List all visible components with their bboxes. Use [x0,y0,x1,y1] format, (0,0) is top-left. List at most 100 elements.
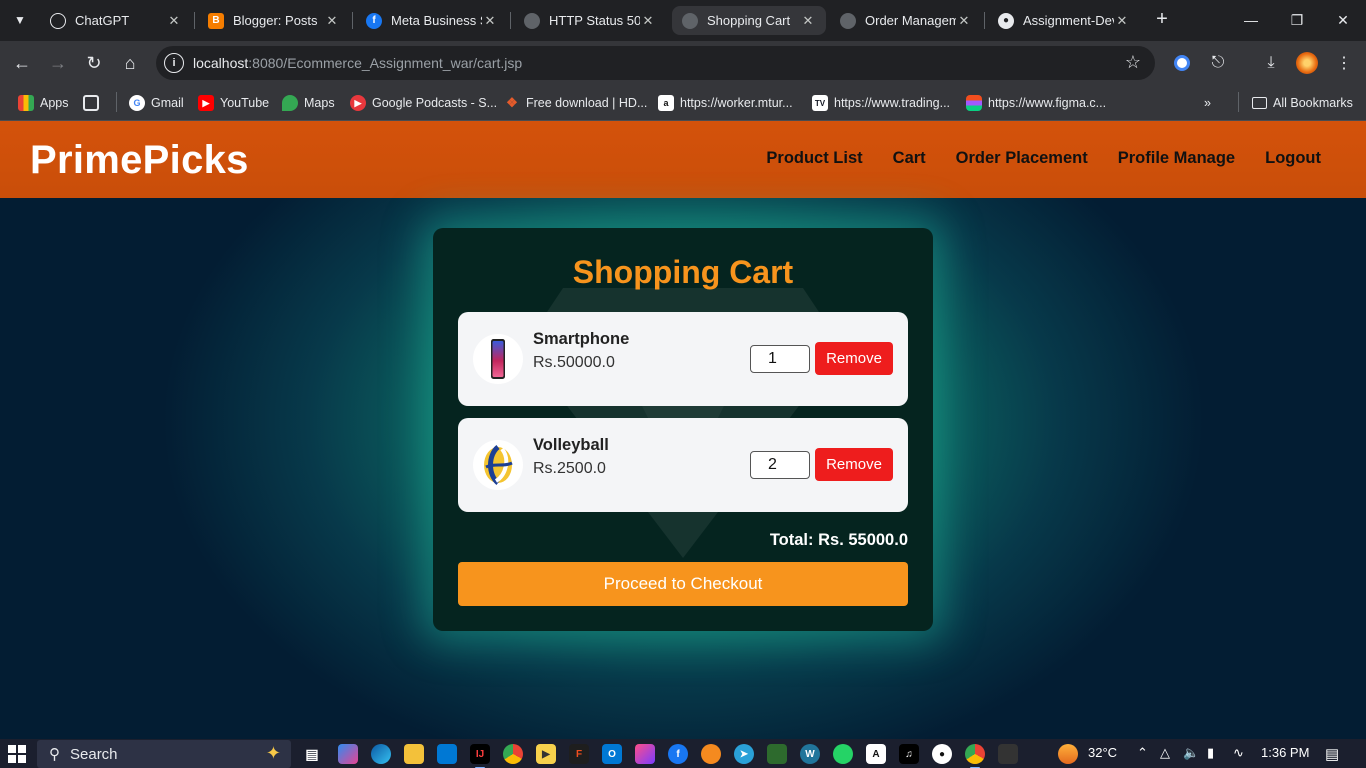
bookmarks-bar: Apps G Gmail ▶ YouTube Maps ▶ Google Pod… [0,85,1366,121]
close-tab-icon[interactable]: ✕ [166,13,182,29]
new-tab-icon[interactable]: + [1150,8,1174,32]
chrome-icon[interactable] [503,744,523,764]
bookmark-tradingview[interactable]: TV https://www.trading... [812,92,950,114]
close-window-icon[interactable]: ✕ [1320,0,1366,40]
search-placeholder: Search [70,745,118,763]
home-icon[interactable]: ⌂ [116,49,144,77]
bookmark-label: All Bookmarks [1273,96,1353,110]
volume-icon[interactable]: 🔈 [1183,745,1199,761]
file-explorer-icon[interactable] [404,744,424,764]
bookmark-maps[interactable]: Maps [282,92,335,114]
app-a-icon[interactable]: A [866,744,886,764]
tab-shopping-cart[interactable]: Shopping Cart ✕ [672,6,826,35]
extensions-icon[interactable]: ⎋ [1206,51,1230,75]
whatsapp-icon[interactable] [833,744,853,764]
bookmark-youtube[interactable]: ▶ YouTube [198,92,269,114]
clock-time[interactable]: 1:36 PM [1261,745,1309,760]
bookmark-free-download[interactable]: ❖ Free download | HD... [504,92,647,114]
tiktok-icon[interactable]: ♫ [899,744,919,764]
tab-chatgpt[interactable]: ChatGPT ✕ [40,6,192,35]
google-lens-icon[interactable] [1170,51,1194,75]
task-view-icon[interactable]: ▤ [302,744,322,764]
proceed-to-checkout-button[interactable]: Proceed to Checkout [458,562,908,606]
wifi-icon[interactable]: ∿ [1233,745,1244,761]
chatgpt-icon [50,12,66,29]
app-orange-icon[interactable] [701,744,721,764]
tab-http-status[interactable]: HTTP Status 500 ✕ [514,6,666,35]
chrome-active-icon[interactable] [965,744,985,768]
sticky-notes-icon[interactable]: ▶ [536,744,556,764]
bookmark-figma[interactable]: https://www.figma.c... [966,92,1106,114]
nav-logout[interactable]: Logout [1265,149,1321,168]
bookmark-tab-groups[interactable] [83,92,105,114]
maps-icon [282,95,298,111]
app-green-icon[interactable] [767,744,787,764]
facebook-taskbar-icon[interactable]: f [668,744,688,764]
show-hidden-icons-chevron-icon[interactable]: ⌃ [1137,745,1148,761]
close-tab-icon[interactable]: ✕ [1114,13,1130,29]
windows-start-icon[interactable] [8,745,26,763]
close-tab-icon[interactable]: ✕ [324,13,340,29]
reload-icon[interactable]: ↻ [80,49,108,77]
notifications-icon[interactable]: ▤ [1325,745,1339,763]
tab-blogger[interactable]: B Blogger: Posts ✕ [198,6,350,35]
tab-assignment-dev[interactable]: ● Assignment-Dev ✕ [988,6,1140,35]
mail-icon[interactable] [635,744,655,764]
close-tab-icon[interactable]: ✕ [800,13,816,29]
all-bookmarks[interactable]: All Bookmarks [1252,92,1353,114]
address-bar[interactable]: i localhost:8080/Ecommerce_Assignment_wa… [156,46,1155,80]
weather-icon [1058,744,1078,764]
site-logo[interactable]: PrimePicks [30,138,249,183]
tab-search-chevron-icon[interactable]: ▼ [8,8,32,32]
profile-avatar[interactable] [1295,51,1319,75]
minimize-icon[interactable]: — [1228,0,1274,40]
nav-profile-manage[interactable]: Profile Manage [1118,149,1235,168]
figma-taskbar-icon[interactable]: F [569,744,589,764]
item-price: Rs.2500.0 [533,460,606,477]
bookmark-mturk[interactable]: a https://worker.mtur... [658,92,793,114]
bookmark-label: YouTube [220,96,270,110]
item-price: Rs.50000.0 [533,354,615,371]
github-taskbar-icon[interactable]: ● [932,744,952,764]
restore-icon[interactable]: ❐ [1274,0,1320,40]
bookmark-google-podcasts[interactable]: ▶ Google Podcasts - S... [350,92,497,114]
bookmark-apps[interactable]: Apps [18,92,69,114]
tab-order-management[interactable]: Order Managem ✕ [830,6,982,35]
weather-temperature[interactable]: 32°C [1088,745,1117,760]
quantity-input[interactable] [750,451,810,479]
copilot-icon[interactable] [338,744,358,764]
quantity-input[interactable] [750,345,810,373]
taskbar-search-box[interactable]: ⚲ Search ✦ [37,740,291,768]
more-bookmarks-chevron-icon[interactable]: » [1204,92,1211,114]
nav-order-placement[interactable]: Order Placement [956,149,1088,168]
menu-kebab-icon[interactable]: ⋮ [1332,51,1356,75]
remove-button[interactable]: Remove [815,342,893,375]
download-icon[interactable]: ⤓ [1259,51,1283,75]
terminal-icon[interactable] [998,744,1018,764]
nav-cart[interactable]: Cart [893,149,926,168]
figma-icon [966,95,982,111]
nav-product-list[interactable]: Product List [766,149,862,168]
close-tab-icon[interactable]: ✕ [956,13,972,29]
bookmark-gmail[interactable]: G Gmail [129,92,184,114]
close-tab-icon[interactable]: ✕ [640,13,656,29]
outlook-icon[interactable]: O [602,744,622,764]
back-arrow-icon[interactable]: ← [8,49,36,77]
tab-label: Meta Business S [391,13,482,28]
intellij-icon[interactable]: IJ [470,744,490,768]
wordpress-icon[interactable]: W [800,744,820,764]
close-tab-icon[interactable]: ✕ [482,13,498,29]
site-info-icon[interactable]: i [164,53,184,73]
tab-meta-business[interactable]: f Meta Business S ✕ [356,6,508,35]
edge-icon[interactable] [371,744,391,764]
remove-button[interactable]: Remove [815,448,893,481]
forward-arrow-icon[interactable]: → [44,49,72,77]
bookmark-star-icon[interactable]: ☆ [1125,52,1141,73]
tab-label: HTTP Status 500 [549,13,640,28]
url-text[interactable]: localhost:8080/Ecommerce_Assignment_war/… [193,55,522,71]
battery-icon[interactable]: ▮ [1207,745,1214,761]
item-name: Smartphone [533,330,630,348]
telegram-icon[interactable]: ➤ [734,744,754,764]
microsoft-store-icon[interactable] [437,744,457,764]
meet-now-icon[interactable]: △ [1160,745,1170,761]
